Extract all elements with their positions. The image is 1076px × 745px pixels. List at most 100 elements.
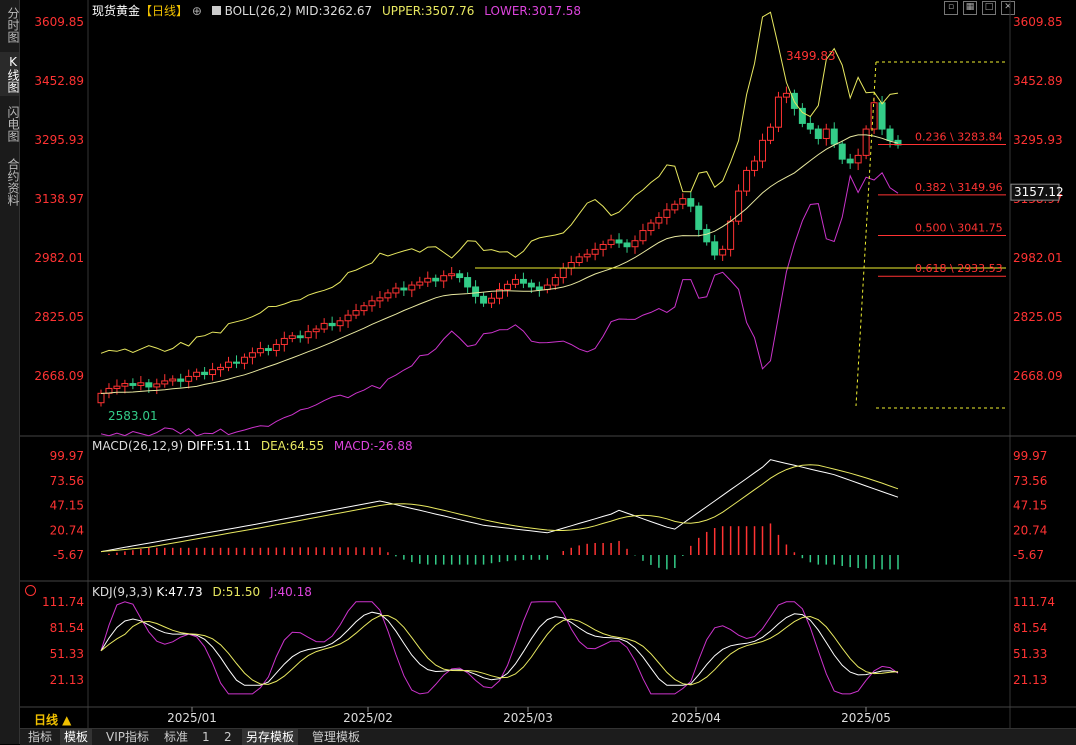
candle-body <box>607 239 615 245</box>
candle-body <box>280 337 288 345</box>
candle-body <box>846 158 854 164</box>
candle-body <box>814 128 822 139</box>
candle-body <box>328 322 336 327</box>
overlays: 0.236 \ 3283.84 0.382 \ 3149.96 0.500 \ 30… <box>100 11 1006 695</box>
fib-level-label: 0.236 \ 3283.84 <box>915 131 1003 144</box>
price-tick-right: 2668.09 <box>1013 369 1063 383</box>
candle-body <box>432 277 440 282</box>
candle-body <box>296 335 304 339</box>
candle-body <box>599 243 607 250</box>
candle-body <box>448 273 456 277</box>
date-tick-label: 2025/02 <box>343 711 393 725</box>
candle-body <box>161 380 169 385</box>
candle-body <box>169 378 177 382</box>
candle-body <box>456 273 464 279</box>
candle-body <box>344 314 352 322</box>
candle-body <box>424 277 432 283</box>
candle-body <box>822 128 830 139</box>
candle-body <box>464 277 472 288</box>
date-tick-label: 2025/05 <box>841 711 891 725</box>
candle-body <box>766 126 774 141</box>
high-annotation: 3499.83 <box>786 49 836 63</box>
candle-body <box>264 348 272 351</box>
candle-body <box>782 92 790 98</box>
candle-body <box>440 275 448 282</box>
candle-body <box>408 284 416 291</box>
price-tick-left: 3295.93 <box>34 133 84 147</box>
candle-body <box>185 375 193 382</box>
tab-save-template[interactable]: 另存模板 <box>242 729 299 745</box>
candle-body <box>671 203 679 211</box>
tab-1[interactable]: 1 <box>198 729 214 745</box>
tab-manage-template[interactable]: 管理模板 <box>308 729 364 745</box>
candle-body <box>519 278 527 284</box>
low-annotation: 2583.01 <box>108 409 158 423</box>
candle-body <box>352 310 360 316</box>
tab-timeshare[interactable]: 分时图 <box>0 4 20 46</box>
candle-body <box>759 139 767 162</box>
bottom-toolbar: 指标 模板 VIP指标 标准 1 2 另存模板 管理模板 <box>20 728 1076 745</box>
tab-indicator[interactable]: 指标 <box>24 729 56 745</box>
kdj-tick-left: 21.13 <box>50 673 84 687</box>
candle-body <box>615 239 623 244</box>
candle-body <box>472 286 480 297</box>
candle-body <box>623 242 631 248</box>
candle-body <box>559 267 567 279</box>
candle-body <box>551 277 559 286</box>
candle-body <box>527 282 535 288</box>
period-selector[interactable]: 日线 ▲ <box>34 711 71 728</box>
kdj-tick-left: 51.33 <box>50 647 84 661</box>
candle-body <box>687 198 695 207</box>
kdj-tick-left: 81.54 <box>50 621 84 635</box>
candle-body <box>695 205 703 230</box>
candle-body <box>232 361 240 364</box>
price-tick-right: 3295.93 <box>1013 133 1063 147</box>
price-tick-right: 2825.05 <box>1013 310 1063 324</box>
candle-body <box>145 382 153 388</box>
boll-mid-line <box>100 134 899 394</box>
tab-vip-indicator[interactable]: VIP指标 <box>102 729 153 745</box>
tab-standard[interactable]: 标准 <box>160 729 192 745</box>
kdj-tick-right: 51.33 <box>1013 647 1047 661</box>
candle-body <box>360 305 368 312</box>
price-tick-right: 3609.85 <box>1013 15 1063 29</box>
date-tick-label: 2025/01 <box>167 711 217 725</box>
macd-tick-left: 73.56 <box>50 474 84 488</box>
candle-body <box>806 122 814 130</box>
tab-contract-info[interactable]: 合约资料 <box>0 152 20 212</box>
candle-body <box>272 343 280 351</box>
macd-tick-right: 20.74 <box>1013 523 1047 537</box>
candles <box>97 86 902 407</box>
date-tick-label: 2025/03 <box>503 711 553 725</box>
candle-body <box>312 328 320 333</box>
candle-body <box>225 361 233 368</box>
candle-body <box>153 383 161 388</box>
candle-body <box>480 295 488 304</box>
kdj-k-line <box>100 611 899 686</box>
tab-2[interactable]: 2 <box>220 729 236 745</box>
kdj-tick-right: 81.54 <box>1013 621 1047 635</box>
price-tick-right: 2982.01 <box>1013 251 1063 265</box>
candle-body <box>727 220 735 250</box>
price-tick-left: 2825.05 <box>34 310 84 324</box>
boll-lower-line <box>100 171 899 437</box>
candle-body <box>177 378 185 382</box>
kline-chart[interactable]: 0.236 \ 3283.84 0.382 \ 3149.96 0.500 \ 30… <box>20 0 1076 728</box>
price-tick-left: 3452.89 <box>34 74 84 88</box>
kdj-tick-right: 21.13 <box>1013 673 1047 687</box>
macd-tick-right: 99.97 <box>1013 449 1047 463</box>
tab-flash[interactable]: 闪电图 <box>0 102 20 146</box>
candle-body <box>193 371 201 377</box>
candle-body <box>870 102 878 130</box>
tab-kline[interactable]: K线图 <box>0 52 20 96</box>
candle-body <box>663 209 671 218</box>
tab-template[interactable]: 模板 <box>60 729 93 745</box>
candle-body <box>751 160 759 171</box>
candle-body <box>886 128 894 141</box>
candle-body <box>798 107 806 124</box>
candle-body <box>288 335 296 339</box>
sidebar: 分时图 K线图 闪电图 合约资料 <box>0 0 20 744</box>
candle-body <box>320 322 328 330</box>
price-tick-right: 3452.89 <box>1013 74 1063 88</box>
candle-body <box>336 320 344 327</box>
